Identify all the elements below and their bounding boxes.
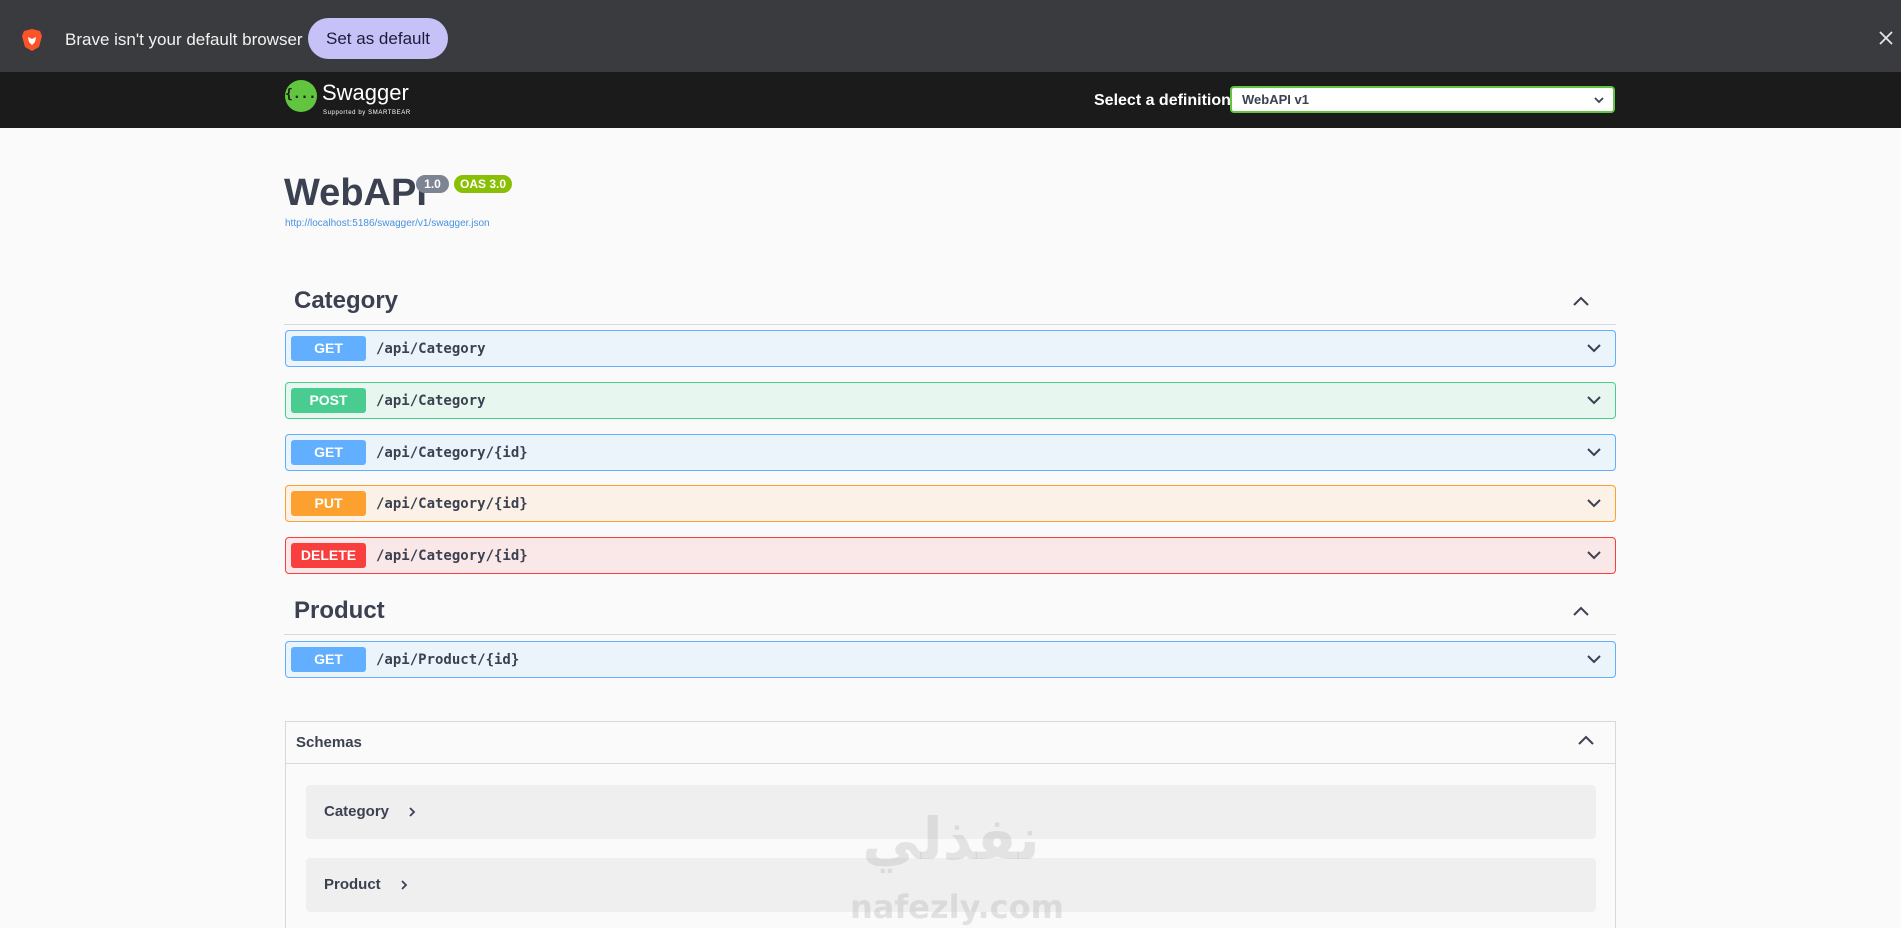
api-title: WebAPI [284,172,427,214]
operation-delete-category[interactable]: DELETE /api/Category/{id} [285,537,1616,574]
chevron-down-icon[interactable] [1586,394,1602,406]
method-badge: GET [291,647,366,672]
swagger-logo-title: Swagger [322,80,409,105]
chevron-down-icon [1594,97,1604,104]
watermark-latin: nafezly.com [850,888,1064,926]
chevron-down-icon[interactable] [1586,653,1602,665]
operation-path: /api/Product/{id} [376,652,520,668]
chevron-down-icon[interactable] [1586,446,1602,458]
chevron-down-icon[interactable] [1586,549,1602,561]
set-as-default-button[interactable]: Set as default [308,18,448,59]
operation-get-category[interactable]: GET /api/Category [285,330,1616,367]
swagger-topbar: {...} Swagger Supported by SMARTBEAR Sel… [0,72,1901,128]
operation-post-category[interactable]: POST /api/Category [285,382,1616,419]
swagger-logo-icon[interactable]: {...} [285,80,324,112]
operation-get-category-by-id[interactable]: GET /api/Category/{id} [285,434,1616,471]
chevron-up-icon[interactable] [1572,605,1590,617]
operation-path: /api/Category [376,393,486,409]
section-category[interactable]: Category [284,283,1616,325]
definition-select[interactable]: WebAPI v1 [1230,86,1615,113]
version-badge: 1.0 [416,175,449,193]
operation-path: /api/Category/{id} [376,445,528,461]
operation-path: /api/Category/{id} [376,548,528,564]
definition-label: Select a definition [1094,92,1231,109]
chevron-up-icon[interactable] [1572,295,1590,307]
method-badge: POST [291,388,366,413]
chevron-down-icon[interactable] [1586,342,1602,354]
chevron-down-icon[interactable] [1586,497,1602,509]
chevron-up-icon[interactable] [1577,734,1595,746]
chevron-right-icon [401,880,408,890]
model-name: Product [324,876,381,893]
watermark-arabic: نفذلي [862,805,1040,873]
swagger-logo-subtitle: Supported by SMARTBEAR [323,110,411,116]
definition-select-value: WebAPI v1 [1242,92,1309,107]
banner-message: Brave isn't your default browser [65,30,303,49]
section-product[interactable]: Product [284,593,1616,635]
operation-path: /api/Category/{id} [376,496,528,512]
section-title: Product [294,597,385,624]
brave-lion-icon [22,29,42,51]
close-icon[interactable] [1878,30,1894,46]
swagger-json-link[interactable]: http://localhost:5186/swagger/v1/swagger… [285,218,490,229]
method-badge: GET [291,440,366,465]
operation-get-product-by-id[interactable]: GET /api/Product/{id} [285,641,1616,678]
schemas-title: Schemas [296,734,362,751]
operation-put-category[interactable]: PUT /api/Category/{id} [285,485,1616,522]
oas-badge: OAS 3.0 [454,175,512,193]
section-title: Category [294,287,399,314]
chevron-right-icon [409,807,416,817]
model-name: Category [324,803,390,820]
method-badge: DELETE [291,543,366,568]
method-badge: PUT [291,491,366,516]
default-browser-banner: Brave isn't your default browser Set as … [0,0,1901,72]
operation-path: /api/Category [376,341,486,357]
method-badge: GET [291,336,366,361]
schemas-header[interactable]: Schemas [286,722,1615,764]
